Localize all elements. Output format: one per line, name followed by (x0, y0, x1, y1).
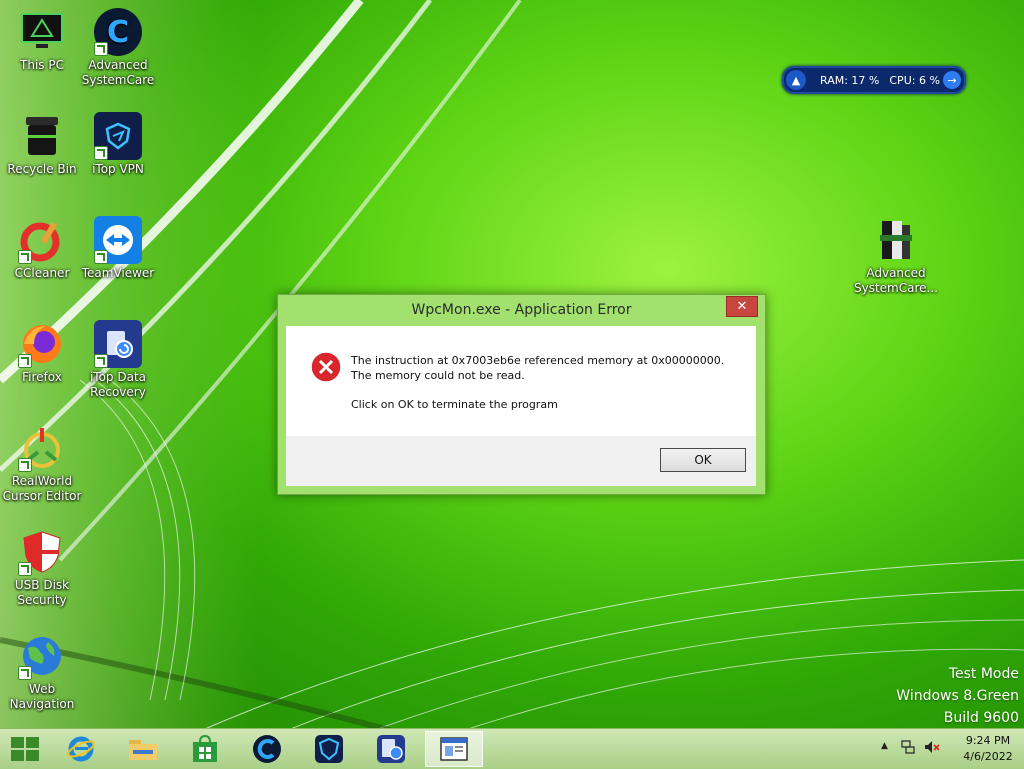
start-button[interactable] (0, 731, 50, 767)
clock[interactable]: 9:24 PM 4/6/2022 (954, 733, 1022, 765)
dialog-title: WpcMon.exe - Application Error (411, 302, 632, 318)
internet-explorer-icon (67, 736, 95, 762)
monitor-icon (18, 8, 66, 56)
dialog-footer: OK (286, 436, 756, 486)
desktop-icon-label: Recycle Bin (7, 162, 77, 176)
desktop-icon-label: TeamViewer (81, 266, 155, 280)
watermark-line-3: Build 9600 (943, 710, 1019, 726)
desktop-icon-label: Advanced SystemCare... (854, 266, 938, 295)
recycle-bin-icon (18, 112, 66, 160)
desktop-icon-label: iTop Data Recovery (89, 370, 147, 399)
desktop-icon-advanced-systemcare[interactable]: C Advanced SystemCare (76, 8, 160, 88)
ram-usage: RAM: 17 % (820, 73, 880, 87)
realworld-cursor-editor-icon (18, 424, 66, 472)
taskbar-itop-vpn[interactable] (304, 731, 354, 767)
teamviewer-icon (94, 216, 142, 264)
rocket-icon[interactable]: ▲ (786, 70, 806, 90)
itop-vpn-icon (94, 112, 142, 160)
watermark-line-1: Test Mode (948, 666, 1019, 682)
desktop-icon-recycle-bin[interactable]: Recycle Bin (0, 112, 84, 177)
error-icon (310, 351, 342, 383)
desktop-icon-label: This PC (20, 58, 64, 72)
itop-data-recovery-icon (94, 320, 142, 368)
show-hidden-icons-chevron-icon[interactable]: ▲ (881, 741, 888, 751)
desktop-icon-realworld-cursor-editor[interactable]: RealWorld Cursor Editor (0, 424, 84, 504)
desktop-icon-label: RealWorld Cursor Editor (2, 474, 82, 503)
dialog-body: The instruction at 0x7003eb6e referenced… (286, 326, 756, 486)
application-error-dialog: WpcMon.exe - Application Error ✕ The ins… (277, 294, 766, 495)
taskbar-wpcmon-window[interactable] (425, 731, 483, 767)
watermark-line-2: Windows 8.Green (896, 688, 1019, 704)
taskbar-store[interactable] (180, 731, 230, 767)
desktop-icon-teamviewer[interactable]: TeamViewer (76, 216, 160, 281)
close-button[interactable]: ✕ (726, 296, 758, 317)
volume-muted-icon[interactable] (924, 740, 940, 754)
winrar-archive-icon (872, 216, 920, 264)
globe-icon (18, 632, 66, 680)
window-icon (440, 737, 468, 761)
folder-icon (129, 740, 157, 760)
network-icon[interactable] (901, 740, 915, 754)
itop-vpn-icon (315, 735, 343, 763)
taskbar-advanced-systemcare[interactable] (242, 731, 292, 767)
usb-disk-security-icon (18, 528, 66, 576)
advanced-systemcare-icon: C (94, 8, 142, 56)
ok-button[interactable]: OK (660, 448, 746, 472)
desktop-icon-label: CCleaner (14, 266, 70, 280)
taskbar-internet-explorer[interactable] (56, 731, 106, 767)
taskbar-itop-data-recovery[interactable] (366, 731, 416, 767)
store-icon (193, 734, 217, 762)
cpu-usage: CPU: 6 % (889, 73, 940, 87)
desktop-icon-web-navigation[interactable]: Web Navigation (0, 632, 84, 712)
advanced-systemcare-icon (253, 735, 281, 763)
desktop-icon-label: Web Navigation (9, 682, 75, 711)
desktop-icon-itop-data-recovery[interactable]: iTop Data Recovery (76, 320, 160, 400)
desktop-icon-advanced-systemcare-archive[interactable]: Advanced SystemCare... (854, 216, 938, 296)
error-prompt: Click on OK to terminate the program (351, 398, 558, 411)
ccleaner-icon (18, 216, 66, 264)
clock-date: 4/6/2022 (963, 750, 1013, 763)
windows-logo-icon (11, 737, 39, 761)
dialog-titlebar[interactable]: WpcMon.exe - Application Error ✕ (278, 295, 765, 326)
clock-time: 9:24 PM (965, 734, 1011, 747)
performance-widget[interactable]: ▲ RAM: 17 % CPU: 6 % → (782, 66, 966, 94)
itop-data-recovery-icon (377, 735, 405, 763)
taskbar-file-explorer[interactable] (118, 731, 168, 767)
desktop-icon-label: Advanced SystemCare (81, 58, 155, 87)
desktop-icon-label: Firefox (22, 370, 62, 384)
desktop-icon-ccleaner[interactable]: CCleaner (0, 216, 84, 281)
system-tray: ▲ 9:24 PM 4/6/2022 (864, 729, 1024, 769)
firefox-icon (18, 320, 66, 368)
desktop-icon-this-pc[interactable]: This PC (0, 8, 84, 73)
desktop-icon-label: iTop VPN (92, 162, 144, 176)
desktop-icon-itop-vpn[interactable]: iTop VPN (76, 112, 160, 177)
taskbar: ▲ 9:24 PM 4/6/2022 (0, 728, 1024, 769)
desktop-icon-label: USB Disk Security (14, 578, 70, 607)
error-message: The instruction at 0x7003eb6e referenced… (351, 354, 725, 382)
arrow-right-icon[interactable]: → (943, 71, 961, 89)
desktop-icon-usb-disk-security[interactable]: USB Disk Security (0, 528, 84, 608)
test-mode-watermark: Test Mode Windows 8.Green Build 9600 (896, 663, 1019, 729)
desktop-icon-firefox[interactable]: Firefox (0, 320, 84, 385)
